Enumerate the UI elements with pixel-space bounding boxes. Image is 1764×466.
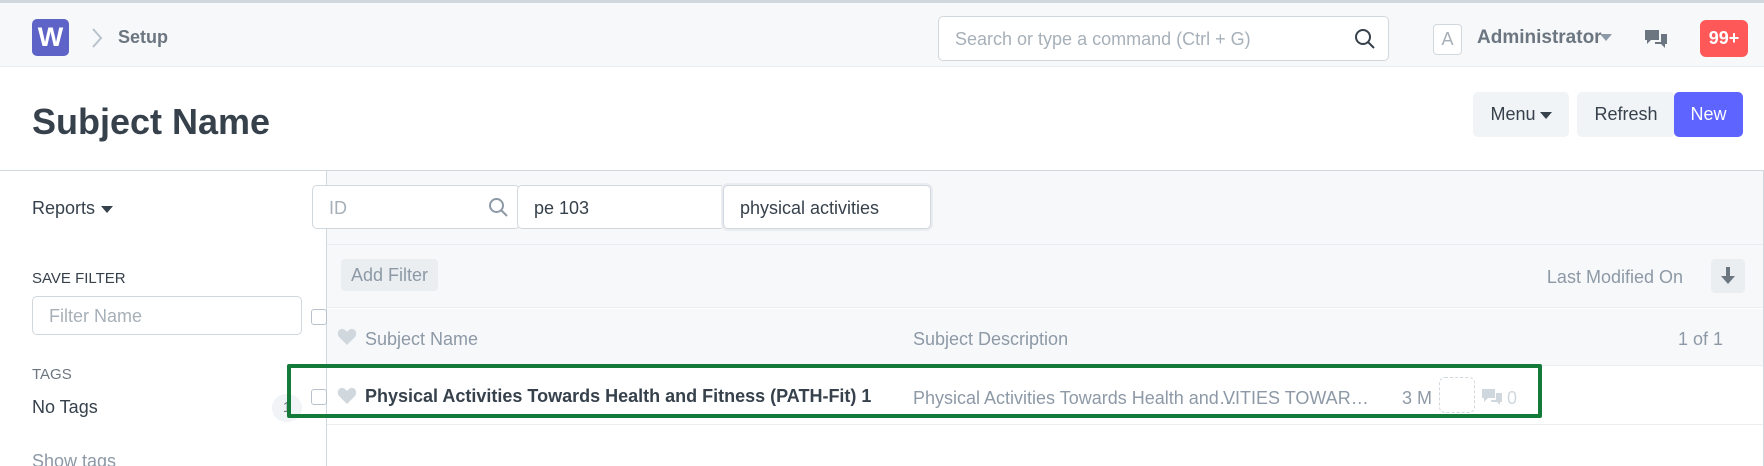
breadcrumb-setup[interactable]: Setup xyxy=(118,27,168,48)
search-icon xyxy=(1355,29,1375,49)
caret-down-icon[interactable] xyxy=(101,206,113,213)
filter-name-input[interactable]: Filter Name xyxy=(32,296,302,335)
save-filter-heading: SAVE FILTER xyxy=(32,270,126,287)
avatar[interactable]: A xyxy=(1433,24,1462,55)
list-view: ID pe 103 physical activities Add Filter… xyxy=(311,171,1764,466)
id-filter-input[interactable]: ID xyxy=(312,185,520,229)
caret-down-icon xyxy=(1539,111,1552,119)
app-logo[interactable]: W xyxy=(32,19,69,56)
refresh-button[interactable]: Refresh xyxy=(1577,92,1675,137)
standard-filters: ID pe 103 physical activities xyxy=(312,171,1763,245)
search-input[interactable]: Search or type a command (Ctrl + G) xyxy=(955,29,1251,50)
reports-dropdown[interactable]: Reports xyxy=(32,198,95,219)
sidebar-item-no-tags[interactable]: No Tags xyxy=(32,397,98,418)
column-header-subject-name[interactable]: Subject Name xyxy=(365,329,478,350)
add-filter-button[interactable]: Add Filter xyxy=(341,259,439,291)
show-tags-link[interactable]: Show tags xyxy=(32,451,116,466)
menu-label: Menu xyxy=(1490,104,1536,124)
sort-selector[interactable]: Last Modified On xyxy=(1547,267,1683,288)
arrow-down-icon xyxy=(1721,267,1735,284)
caret-down-icon[interactable] xyxy=(1600,34,1612,41)
chevron-right-icon xyxy=(92,28,103,48)
menu-button[interactable]: Menu xyxy=(1473,92,1569,137)
page-title: Subject Name xyxy=(32,101,271,142)
heart-icon[interactable] xyxy=(337,328,357,346)
result-count: 1 of 1 xyxy=(1677,329,1723,349)
subject-code-filter-value: pe 103 xyxy=(534,198,590,218)
chat-icon[interactable] xyxy=(1644,28,1668,50)
notifications-badge[interactable]: 99+ xyxy=(1700,20,1748,57)
subject-name-filter-input[interactable]: physical activities xyxy=(723,185,931,229)
new-button[interactable]: New xyxy=(1674,92,1743,137)
column-header-subject-description[interactable]: Subject Description xyxy=(913,329,1068,350)
subject-code-filter-input[interactable]: pe 103 xyxy=(517,185,725,229)
awesomebar-search[interactable]: Search or type a command (Ctrl + G) xyxy=(938,16,1389,61)
navbar: W Setup Search or type a command (Ctrl +… xyxy=(0,0,1764,67)
sort-order-button[interactable] xyxy=(1711,259,1745,293)
search-icon xyxy=(489,198,508,217)
tags-heading: TAGS xyxy=(32,366,72,383)
filter-toolbar: Add Filter Last Modified On xyxy=(327,245,1763,308)
filter-name-placeholder: Filter Name xyxy=(49,306,143,326)
id-filter-placeholder: ID xyxy=(329,198,347,218)
select-all-checkbox[interactable] xyxy=(311,309,327,325)
list-header: Subject Name Subject Description 1 of 1 xyxy=(311,309,1763,366)
user-menu[interactable]: Administrator xyxy=(1477,27,1602,49)
selection-highlight xyxy=(287,364,1542,418)
subject-name-filter-value: physical activities xyxy=(740,198,880,218)
